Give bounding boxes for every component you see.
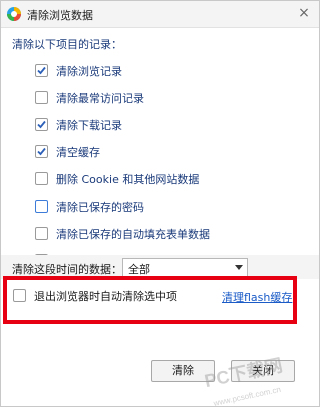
option-label: 删除 Cookie 和其他网站数据 bbox=[56, 173, 200, 186]
close-icon[interactable]: × bbox=[295, 4, 313, 22]
time-range-select[interactable]: 全部 bbox=[122, 258, 248, 277]
option-checkbox[interactable] bbox=[35, 145, 48, 158]
auto-clear-label: 退出浏览器时自动清除选中项 bbox=[34, 290, 177, 303]
option-label: 清除已保存的自动填充表单数据 bbox=[56, 228, 210, 241]
option-label: 清除最常访问记录 bbox=[56, 92, 144, 105]
svg-text:www.pcsoft.com.cn: www.pcsoft.com.cn bbox=[212, 385, 282, 406]
time-range-label: 清除这段时间的数据： bbox=[12, 263, 122, 276]
option-label: 清除下载记录 bbox=[56, 119, 122, 132]
option-label: 清除浏览记录 bbox=[56, 65, 122, 78]
auto-clear-checkbox[interactable] bbox=[13, 289, 26, 302]
title-bar[interactable]: 清除浏览数据 × bbox=[1, 1, 319, 28]
dialog-title: 清除浏览数据 bbox=[27, 9, 93, 22]
site-watermark: PC下载网 www.pcsoft.com.cn bbox=[203, 354, 285, 406]
browser-logo-icon bbox=[7, 7, 21, 21]
option-checkbox[interactable] bbox=[35, 118, 48, 131]
clear-flash-cache-link[interactable]: 清理flash缓存 bbox=[222, 289, 292, 305]
option-checkbox[interactable] bbox=[35, 64, 48, 77]
checkmark-icon bbox=[37, 120, 46, 129]
option-label: 清除已保存的密码 bbox=[56, 201, 144, 214]
options-prompt: 清除以下项目的记录： bbox=[12, 38, 122, 51]
option-checkbox[interactable] bbox=[35, 91, 48, 104]
option-label: 清空缓存 bbox=[56, 146, 100, 159]
checkmark-icon bbox=[37, 147, 46, 156]
clear-browsing-data-dialog: 清除浏览数据 × 清除以下项目的记录： 清除浏览记录清除最常访问记录 清除下载记录… bbox=[0, 0, 320, 407]
option-checkbox[interactable] bbox=[35, 172, 48, 185]
option-checkbox[interactable] bbox=[35, 227, 48, 240]
option-checkbox[interactable] bbox=[35, 200, 48, 213]
time-range-value: 全部 bbox=[128, 263, 150, 276]
chevron-down-icon bbox=[235, 265, 243, 270]
checkmark-icon bbox=[37, 66, 46, 75]
